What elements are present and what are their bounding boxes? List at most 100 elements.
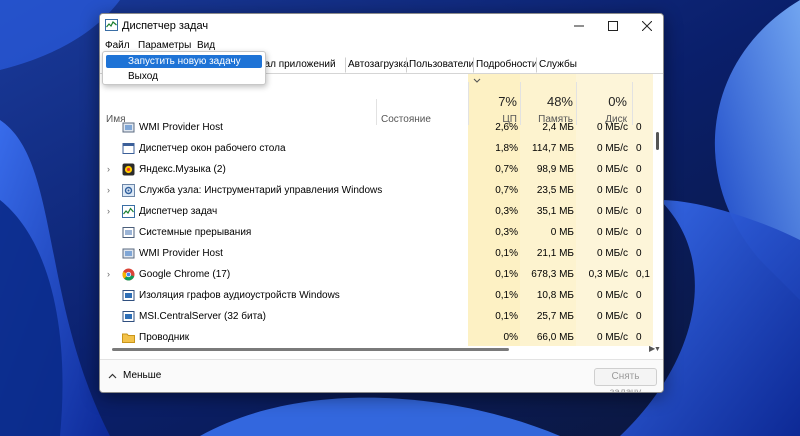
process-cpu: 1,8% [495,143,518,154]
minimize-icon [574,25,584,27]
cpu-percent[interactable]: 7% [468,94,517,109]
folder-icon [122,333,135,343]
process-row[interactable]: › Служба узла: Инструментарий управления … [100,181,660,202]
process-cpu: 0,1% [495,290,518,301]
process-memory: 10,8 МБ [536,290,574,301]
minimize-button[interactable] [562,14,596,38]
tab-services[interactable]: Службы [536,57,580,73]
process-memory: 678,3 МБ [531,269,574,280]
footer-bar: Меньше Снять задачу [100,359,663,392]
tab-app-history[interactable]: нал приложений [256,57,339,73]
process-cpu: 0,3% [495,206,518,217]
service-host-icon [122,122,135,133]
window-title: Диспетчер задач [122,20,209,32]
service-host-icon [122,248,135,259]
task-manager-icon [105,19,118,31]
process-memory: 114,7 МБ [532,143,574,154]
process-disk: 0 МБ/с [596,143,628,154]
process-cpu: 0,1% [495,269,518,280]
process-row[interactable]: WMI Provider Host 0,1% 21,1 МБ 0 МБ/с 0 [100,244,660,265]
process-cpu: 0,3% [495,227,518,238]
process-cpu: 0% [503,332,518,343]
process-row[interactable]: Изоляция графов аудиоустройств Windows 0,… [100,286,660,307]
app-window-icon [122,290,135,301]
process-cpu: 0,1% [495,311,518,322]
process-name: Диспетчер окон рабочего стола [139,143,286,154]
process-memory: 35,1 МБ [536,206,574,217]
process-disk: 0 МБ/с [596,206,628,217]
process-name: Системные прерывания [139,227,252,238]
process-row[interactable]: › Диспетчер задач 0,3% 35,1 МБ 0 МБ/с 0 [100,202,660,223]
exit-item[interactable]: Выход [106,70,262,83]
process-memory: 98,9 МБ [536,164,574,175]
process-disk: 0,3 МБ/с [588,269,628,280]
tab-startup[interactable]: Автозагрузка [345,57,412,73]
process-row[interactable]: Диспетчер окон рабочего стола 1,8% 114,7 М… [100,139,660,160]
system-interrupts-icon [122,227,135,238]
process-row[interactable]: › Яндекс.Музыка (2) 0,7% 98,9 МБ 0 МБ/с 0 [100,160,660,181]
process-name: Google Chrome (17) [139,269,231,280]
process-disk: 0 МБ/с [596,122,628,133]
process-name: Проводник [139,332,190,343]
file-menu-dropdown: Запустить новую задачу Выход [102,51,266,85]
chrome-icon [122,268,135,281]
process-name: Служба узла: Инструментарий управления W… [139,185,383,196]
process-name: MSI.CentralServer (32 бита) [139,311,266,322]
scroll-right-arrow-icon[interactable]: ▶ [649,344,655,353]
process-disk: 0 МБ/с [596,311,628,322]
process-disk: 0 МБ/с [596,164,628,175]
run-new-task-item[interactable]: Запустить новую задачу [106,55,262,68]
horizontal-scroll-thumb[interactable] [112,348,509,351]
expand-chevron-icon[interactable]: › [107,185,110,195]
horizontal-scrollbar[interactable]: ▶ [108,344,656,354]
vertical-scroll-thumb[interactable] [656,132,659,150]
process-memory: 21,1 МБ [536,248,574,259]
process-row[interactable]: MSI.CentralServer (32 бита) 0,1% 25,7 МБ 0 … [100,307,660,328]
process-name: WMI Provider Host [139,248,223,259]
tab-users[interactable]: Пользователи [406,57,477,73]
maximize-icon [608,21,618,31]
gear-service-icon [122,184,135,197]
title-bar[interactable]: Диспетчер задач [100,14,663,38]
process-disk: 0 МБ/с [596,185,628,196]
process-cpu: 2,6% [495,122,518,133]
process-disk: 0 МБ/с [596,227,628,238]
fewer-details-label: Меньше [123,370,162,381]
process-row[interactable]: Системные прерывания 0,3% 0 МБ 0 МБ/с 0 [100,223,660,244]
tab-details[interactable]: Подробности [473,57,540,73]
process-disk: 0 МБ/с [596,290,628,301]
process-name: WMI Provider Host [139,122,223,133]
process-name: Диспетчер задач [139,206,218,217]
memory-percent[interactable]: 48% [520,94,573,109]
end-task-button[interactable]: Снять задачу [594,368,657,392]
process-cpu: 0,1% [495,248,518,259]
process-row[interactable]: › Google Chrome (17) 0,1% 678,3 МБ 0,3 МБ/с 0… [100,265,660,286]
chevron-up-icon [108,373,117,378]
expand-chevron-icon[interactable]: › [107,269,110,279]
yandex-music-icon [122,163,135,176]
close-icon [642,21,652,31]
menu-view[interactable]: Вид [197,40,215,51]
process-memory: 66,0 МБ [536,332,574,343]
menu-file[interactable]: Файл [105,40,130,51]
task-manager-icon [122,205,135,218]
fewer-details-button[interactable]: Меньше [108,370,161,381]
process-name: Изоляция графов аудиоустройств Windows [139,290,340,301]
app-window-icon [122,311,135,322]
process-disk: 0 МБ/с [596,248,628,259]
menu-options[interactable]: Параметры [138,40,191,51]
expand-chevron-icon[interactable]: › [107,164,110,174]
process-memory: 25,7 МБ [536,311,574,322]
process-cpu: 0,7% [495,164,518,175]
vertical-scrollbar[interactable]: ▼ [653,124,662,354]
expand-chevron-icon[interactable]: › [107,206,110,216]
process-memory: 0 МБ [550,227,574,238]
disk-percent[interactable]: 0% [576,94,627,109]
process-name: Яндекс.Музыка (2) [139,164,226,175]
process-memory: 23,5 МБ [536,185,574,196]
sort-chevron-icon [473,78,481,83]
process-disk: 0 МБ/с [596,332,628,343]
maximize-button[interactable] [596,14,630,38]
process-row[interactable]: WMI Provider Host 2,6% 2,4 МБ 0 МБ/с 0 [100,118,660,139]
close-button[interactable] [630,14,663,38]
